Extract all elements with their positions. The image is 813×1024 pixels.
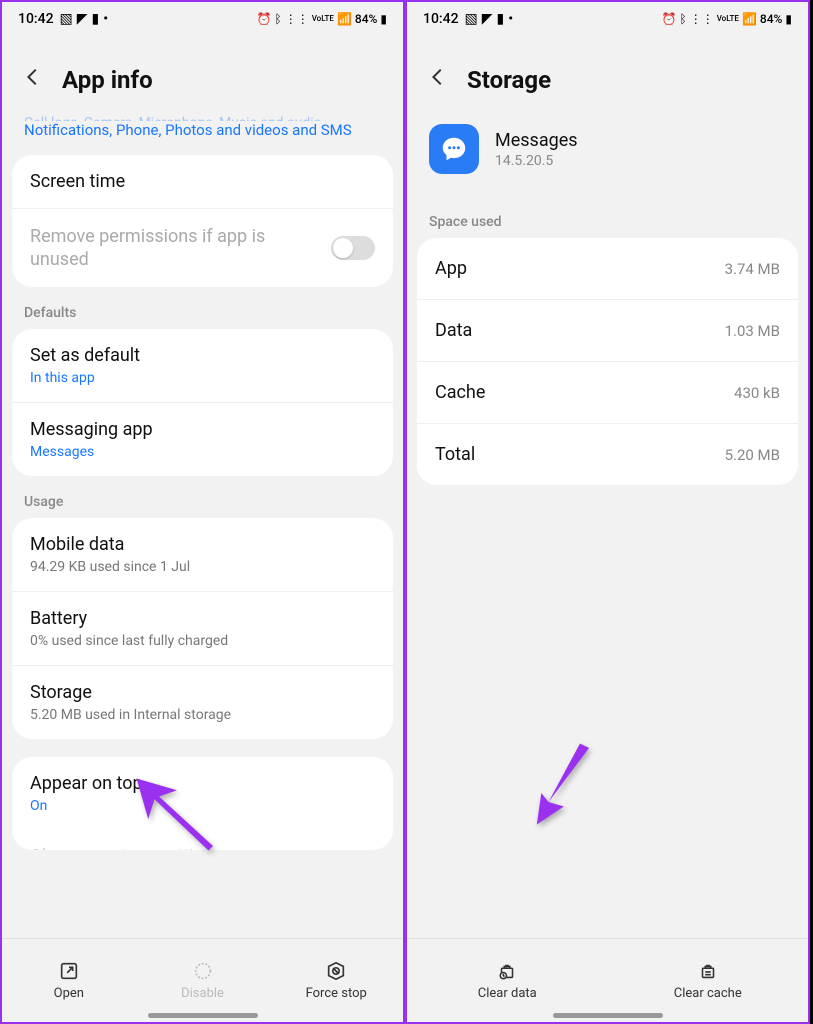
page-title: Storage (467, 66, 551, 94)
battery-icon: ▮ (785, 12, 792, 26)
row-app: App 3.74 MB (417, 238, 798, 299)
signal-icon: 📶 (337, 12, 352, 26)
left-screen: 10:42 ▧ ◤ ▮ • ⏰ ᛒ ⋮⋮ VoLTE 📶 84% ▮ App i… (0, 0, 405, 1024)
battery-row[interactable]: Battery 0% used since last fully charged (12, 591, 393, 665)
wifi-icon: ⋮⋮ (285, 12, 309, 26)
telegram-icon: ◤ (77, 11, 88, 27)
battery-icon: ▮ (380, 12, 387, 26)
app-version: 14.5.20.5 (495, 153, 578, 169)
dot-icon: • (508, 11, 513, 27)
section-usage: Usage (2, 476, 403, 518)
card-icon: ▮ (92, 11, 100, 27)
annotation-arrow (517, 739, 607, 829)
telegram-icon: ◤ (482, 11, 493, 27)
screen-time-row[interactable]: Screen time (12, 155, 393, 208)
bottom-action-bar: Clear data Clear cache (407, 938, 808, 1022)
bluetooth-icon: ᛒ (274, 12, 281, 26)
image-icon: ▧ (60, 11, 73, 27)
header: App info (2, 36, 403, 114)
status-bar: 10:42 ▧ ◤ ▮ • ⏰ ᛒ ⋮⋮ VoLTE 📶 84% ▮ (407, 2, 808, 36)
disable-button[interactable]: Disable (136, 939, 270, 1022)
nav-pill[interactable] (148, 1013, 258, 1018)
row-cache: Cache 430 kB (417, 361, 798, 423)
clear-cache-button[interactable]: Clear cache (608, 939, 809, 1022)
remove-permissions-row[interactable]: Remove permissions if app is unused (12, 208, 393, 288)
alarm-icon: ⏰ (257, 12, 272, 26)
dot-icon: • (103, 11, 108, 27)
app-header: Messages 14.5.20.5 (407, 114, 808, 196)
bluetooth-icon: ᛒ (679, 12, 686, 26)
permissions-links[interactable]: Call logs, Camera, Microphone, Music and… (2, 114, 403, 149)
status-time: 10:42 (18, 11, 54, 27)
image-icon: ▧ (465, 11, 478, 27)
messages-app-icon (429, 124, 479, 174)
volte-icon: VoLTE (717, 15, 739, 23)
wifi-icon: ⋮⋮ (690, 12, 714, 26)
row-total: Total 5.20 MB (417, 423, 798, 485)
app-name: Messages (495, 130, 578, 151)
signal-icon: 📶 (742, 12, 757, 26)
battery-percent: 84% (355, 12, 377, 26)
row-data: Data 1.03 MB (417, 299, 798, 361)
alarm-icon: ⏰ (662, 12, 677, 26)
section-space-used: Space used (407, 196, 808, 238)
mobile-data-row[interactable]: Mobile data 94.29 KB used since 1 Jul (12, 518, 393, 591)
battery-percent: 84% (760, 12, 782, 26)
toggle-off[interactable] (331, 236, 375, 260)
force-stop-button[interactable]: Force stop (269, 939, 403, 1022)
volte-icon: VoLTE (312, 15, 334, 23)
header: Storage (407, 36, 808, 114)
card-icon: ▮ (497, 11, 505, 27)
back-icon[interactable] (22, 66, 44, 94)
open-button[interactable]: Open (2, 939, 136, 1022)
change-system-row[interactable]: Change system settings (12, 830, 393, 850)
clear-data-button[interactable]: Clear data (407, 939, 608, 1022)
set-as-default-row[interactable]: Set as default In this app (12, 329, 393, 402)
section-defaults: Defaults (2, 287, 403, 329)
status-time: 10:42 (423, 11, 459, 27)
messaging-app-row[interactable]: Messaging app Messages (12, 402, 393, 476)
status-bar: 10:42 ▧ ◤ ▮ • ⏰ ᛒ ⋮⋮ VoLTE 📶 84% ▮ (2, 2, 403, 36)
nav-pill[interactable] (553, 1013, 663, 1018)
right-screen: 10:42 ▧ ◤ ▮ • ⏰ ᛒ ⋮⋮ VoLTE 📶 84% ▮ Stora… (405, 0, 810, 1024)
appear-on-top-row[interactable]: Appear on top On (12, 757, 393, 830)
bottom-action-bar: Open Disable Force stop (2, 938, 403, 1022)
back-icon[interactable] (427, 66, 449, 94)
page-title: App info (62, 66, 153, 94)
storage-row[interactable]: Storage 5.20 MB used in Internal storage (12, 665, 393, 739)
